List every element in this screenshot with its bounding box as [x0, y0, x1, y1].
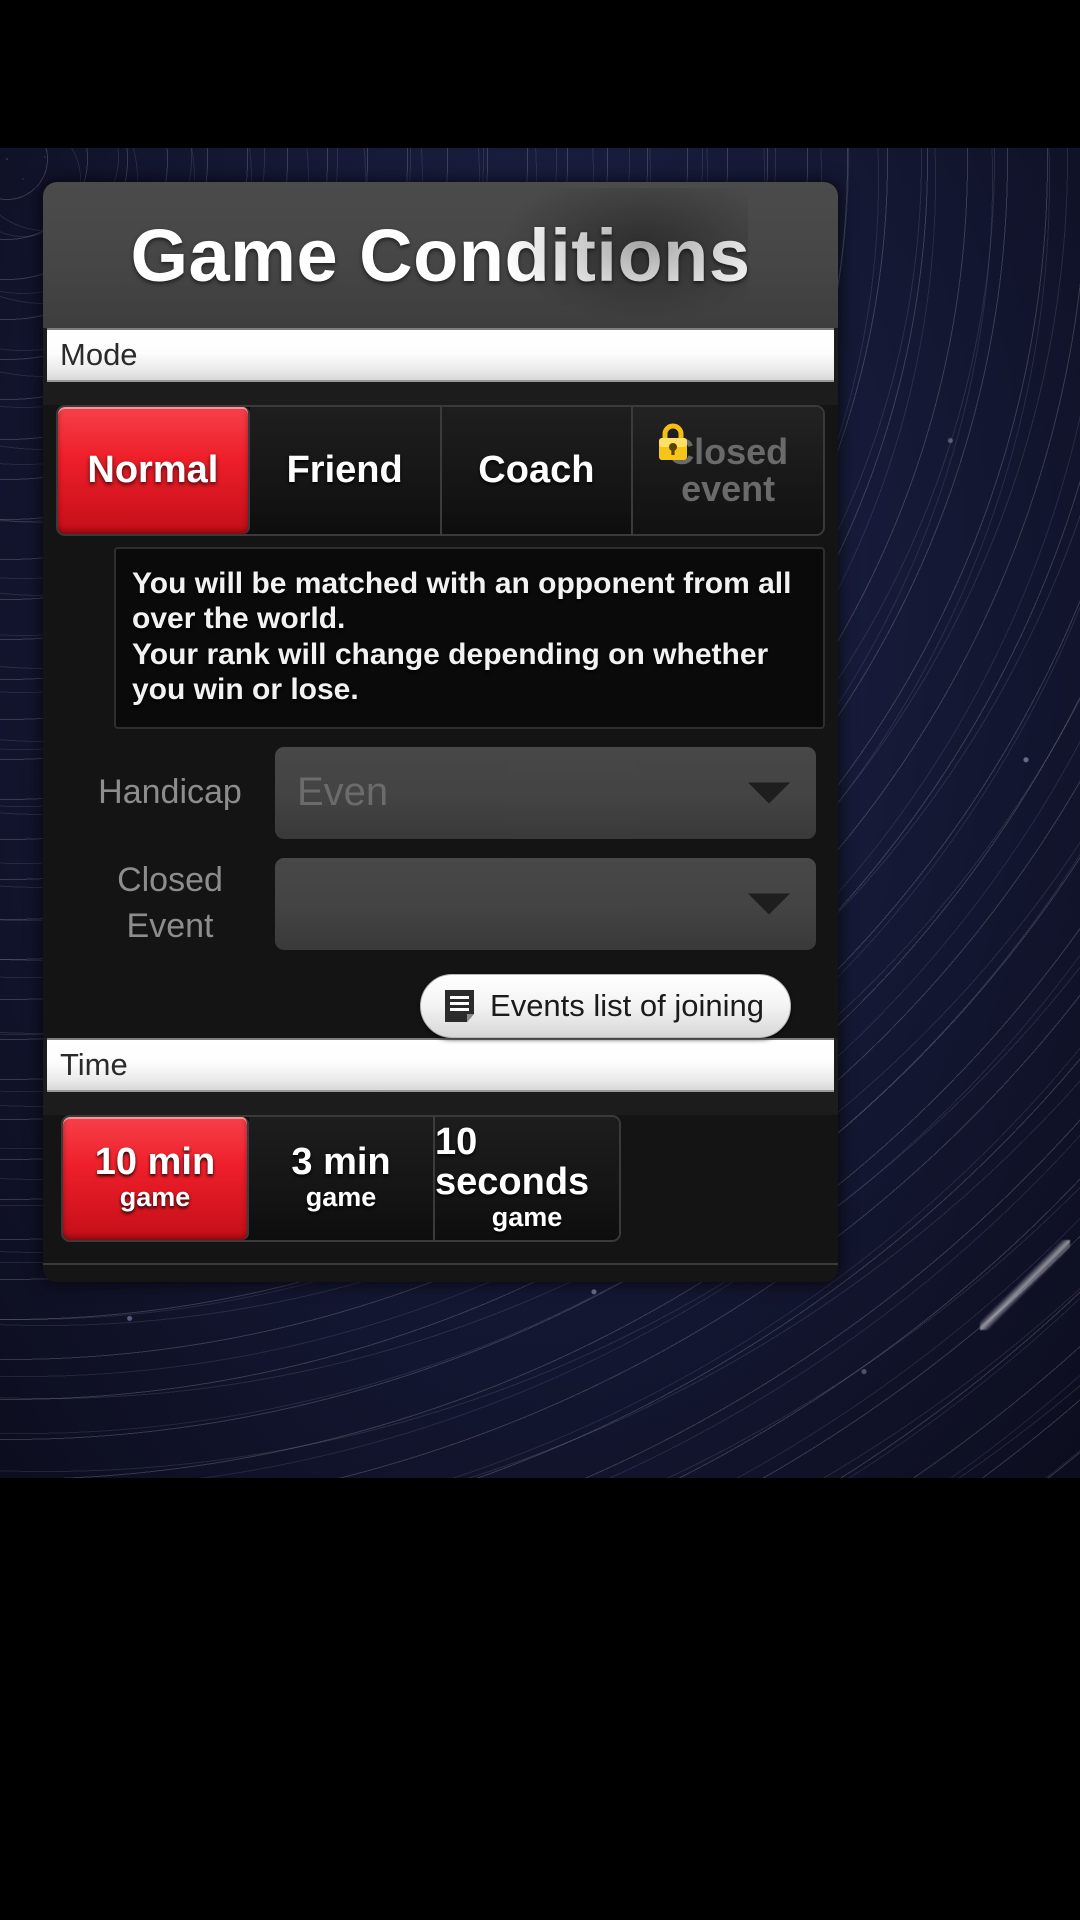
tab-mode-friend-label: Friend [286, 449, 403, 491]
handicap-row: Handicap Even [65, 746, 816, 839]
tab-mode-closed-event[interactable]: Closed event [633, 407, 823, 534]
section-header-time-label: Time [60, 1046, 128, 1082]
closed-event-select[interactable] [275, 857, 816, 950]
mode-form-rows: Handicap Even Closed Event Events list o… [43, 729, 838, 1038]
page-title: Game Conditions [130, 213, 751, 297]
lock-icon [659, 423, 688, 460]
time-option-10-seconds[interactable]: 10 seconds game [435, 1116, 619, 1240]
mode-tab-group: Normal Friend Coach Closed event [56, 405, 825, 536]
tab-mode-normal[interactable]: Normal [58, 407, 250, 534]
mode-description-line-2: Your rank will change depending on wheth… [132, 637, 769, 707]
time-section-body: 10 min game 3 min game 10 seconds game B… [43, 1114, 838, 1282]
tab-mode-coach[interactable]: Coach [441, 407, 634, 534]
section-header-mode-label: Mode [60, 337, 138, 372]
tab-mode-coach-label: Coach [478, 449, 595, 491]
chevron-down-icon [748, 893, 790, 915]
time-option-3-min-big: 3 min [291, 1140, 391, 1183]
closed-event-label-line1: Closed [117, 860, 223, 899]
closed-event-row: Closed Event [65, 857, 816, 950]
app-screen: Game Conditions Mode Normal Friend Coach [0, 0, 1080, 1920]
time-option-10-min[interactable]: 10 min game [63, 1116, 249, 1240]
mode-description-box: You will be matched with an opponent fro… [114, 547, 825, 729]
handicap-label: Handicap [98, 772, 242, 811]
events-list-row: Events list of joining [65, 969, 816, 1038]
time-option-10-min-big: 10 min [94, 1140, 216, 1183]
chevron-down-icon [748, 782, 790, 804]
time-option-3-min[interactable]: 3 min game [249, 1116, 435, 1240]
handicap-select-value: Even [297, 770, 389, 815]
tab-closed-event-line2: event [681, 467, 776, 509]
time-option-10-min-small: game [119, 1182, 191, 1213]
mode-section-body: Normal Friend Coach Closed event You wil… [43, 405, 838, 1038]
time-option-group: 10 min game 3 min game 10 seconds game [61, 1114, 621, 1242]
closed-event-label-line2: Event [126, 906, 214, 945]
events-list-button[interactable]: Events list of joining [420, 973, 791, 1038]
shooting-star [980, 1240, 1070, 1330]
events-list-button-label: Events list of joining [490, 987, 764, 1023]
tab-mode-friend[interactable]: Friend [249, 407, 442, 534]
section-header-time: Time [47, 1037, 834, 1092]
document-list-icon [445, 989, 475, 1022]
mode-description-line-1: You will be matched with an opponent fro… [132, 567, 792, 636]
tab-mode-normal-label: Normal [87, 449, 219, 491]
section-header-mode: Mode [47, 328, 834, 382]
time-option-10-seconds-small: game [491, 1202, 563, 1233]
handicap-select[interactable]: Even [275, 746, 816, 839]
closed-event-label: Closed Event [65, 858, 275, 950]
time-option-10-seconds-big: 10 seconds [435, 1120, 590, 1203]
game-conditions-dialog: Game Conditions Mode Normal Friend Coach [43, 182, 838, 1282]
dialog-footer: Back Game start [43, 1262, 838, 1282]
dialog-titlebar: Game Conditions [43, 182, 838, 328]
time-option-3-min-small: game [305, 1182, 377, 1213]
